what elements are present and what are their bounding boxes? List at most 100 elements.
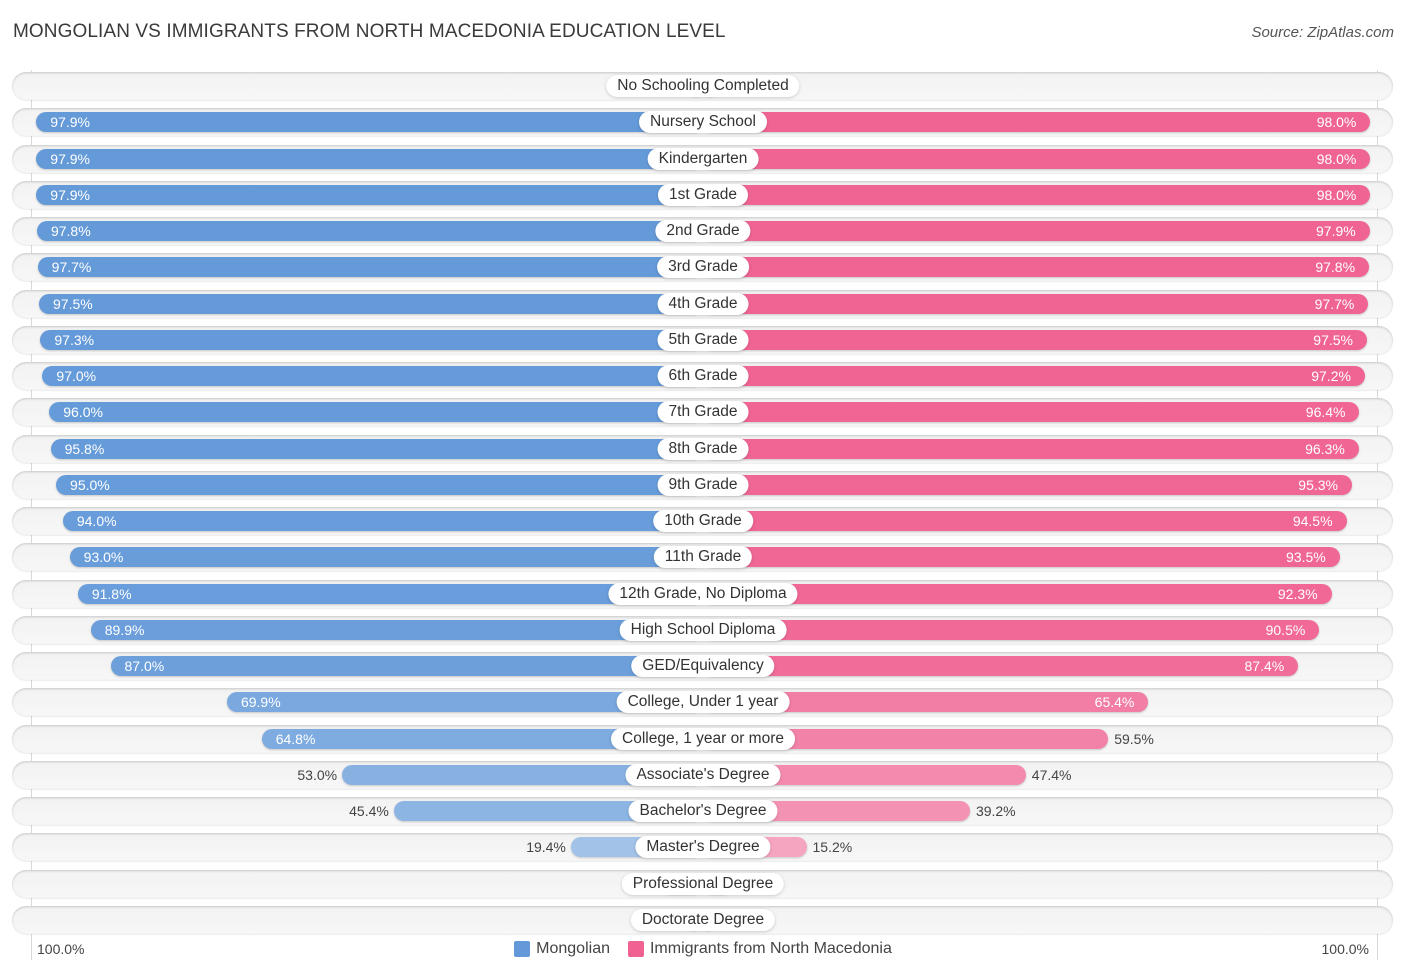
category-label-10th-grade: 10th Grade <box>653 510 753 532</box>
category-label-college-1-year-or-more: College, 1 year or more <box>611 727 795 750</box>
bar-macedonia-high-school-diploma[interactable] <box>703 619 1320 640</box>
value-label-macedonia-master-s-degree: 15.2% <box>812 839 853 856</box>
bar-mongolian-kindergarten[interactable] <box>36 148 703 169</box>
category-label-bachelor-s-degree: Bachelor's Degree <box>628 800 778 822</box>
bar-mongolian-6th-grade[interactable] <box>42 366 703 386</box>
category-label-6th-grade: 6th Grade <box>657 365 749 387</box>
value-label-macedonia-12th-grade-no-diploma: 92.3% <box>1277 585 1318 602</box>
value-label-macedonia-7th-grade: 96.4% <box>1305 404 1346 421</box>
category-label-kindergarten: Kindergarten <box>647 147 759 170</box>
legend: Mongolian Immigrants from North Macedoni… <box>0 940 1406 958</box>
value-label-mongolian-master-s-degree: 19.4% <box>526 839 566 856</box>
category-label-11th-grade: 11th Grade <box>653 546 753 569</box>
bar-macedonia-kindergarten[interactable] <box>703 148 1371 169</box>
value-label-mongolian-9th-grade: 95.0% <box>70 476 110 493</box>
category-label-ged-equivalency: GED/Equivalency <box>631 655 775 677</box>
bar-mongolian-2nd-grade[interactable] <box>36 221 703 241</box>
category-label-master-s-degree: Master's Degree <box>635 836 771 859</box>
value-label-mongolian-bachelor-s-degree: 45.4% <box>349 803 389 819</box>
value-label-mongolian-college-under-1-year: 69.9% <box>240 694 281 711</box>
category-label-8th-grade: 8th Grade <box>657 437 749 460</box>
value-label-macedonia-6th-grade: 97.2% <box>1311 368 1351 384</box>
bar-macedonia-3rd-grade[interactable] <box>703 257 1370 278</box>
category-label-high-school-diploma: High School Diploma <box>619 618 787 641</box>
bar-macedonia-11th-grade[interactable] <box>703 547 1340 568</box>
legend-label-macedonia: Immigrants from North Macedonia <box>649 940 892 957</box>
value-label-mongolian-10th-grade: 94.0% <box>76 513 117 529</box>
diverging-bar-chart: 2.1%2.0%No Schooling Completed97.9%98.0%… <box>0 0 1406 975</box>
legend-label-mongolian: Mongolian <box>536 940 610 957</box>
bar-mongolian-8th-grade[interactable] <box>50 438 703 459</box>
value-label-macedonia-bachelor-s-degree: 39.2% <box>975 803 1016 819</box>
bar-macedonia-nursery-school[interactable] <box>703 112 1371 133</box>
bar-mongolian-1st-grade[interactable] <box>36 184 703 205</box>
category-label-2nd-grade: 2nd Grade <box>655 220 751 242</box>
value-label-mongolian-associate-s-degree: 53.0% <box>297 766 338 783</box>
value-label-mongolian-5th-grade: 97.3% <box>54 331 95 348</box>
bar-macedonia-9th-grade[interactable] <box>703 474 1352 495</box>
value-label-macedonia-8th-grade: 96.3% <box>1305 440 1345 457</box>
value-label-macedonia-3rd-grade: 97.8% <box>1315 259 1356 276</box>
value-label-mongolian-college-1-year-or-more: 64.8% <box>275 730 316 747</box>
category-label-doctorate-degree: Doctorate Degree <box>630 908 776 931</box>
category-label-12th-grade-no-diploma: 12th Grade, No Diploma <box>608 582 798 605</box>
value-label-macedonia-10th-grade: 94.5% <box>1292 513 1333 529</box>
value-label-macedonia-college-1-year-or-more: 59.5% <box>1114 730 1154 747</box>
category-label-3rd-grade: 3rd Grade <box>657 256 749 279</box>
value-label-macedonia-4th-grade: 97.7% <box>1314 295 1355 312</box>
value-label-macedonia-2nd-grade: 97.9% <box>1316 223 1356 239</box>
value-label-macedonia-9th-grade: 95.3% <box>1298 476 1338 493</box>
bar-mongolian-high-school-diploma[interactable] <box>90 619 703 640</box>
value-label-macedonia-college-under-1-year: 65.4% <box>1094 694 1135 711</box>
bar-macedonia-7th-grade[interactable] <box>703 402 1360 423</box>
bar-mongolian-9th-grade[interactable] <box>56 474 703 495</box>
category-label-5th-grade: 5th Grade <box>657 328 749 351</box>
bar-mongolian-7th-grade[interactable] <box>49 402 703 423</box>
bar-macedonia-6th-grade[interactable] <box>703 366 1365 386</box>
value-label-mongolian-high-school-diploma: 89.9% <box>104 621 145 638</box>
value-label-mongolian-12th-grade-no-diploma: 91.8% <box>91 585 132 602</box>
bar-macedonia-8th-grade[interactable] <box>703 438 1359 459</box>
value-label-macedonia-1st-grade: 98.0% <box>1316 186 1357 203</box>
value-label-mongolian-4th-grade: 97.5% <box>53 295 93 312</box>
category-label-4th-grade: 4th Grade <box>657 292 749 315</box>
bar-macedonia-5th-grade[interactable] <box>703 329 1367 350</box>
value-label-macedonia-associate-s-degree: 47.4% <box>1031 766 1072 783</box>
bar-mongolian-11th-grade[interactable] <box>69 547 703 568</box>
bar-macedonia-4th-grade[interactable] <box>703 293 1369 314</box>
bar-macedonia-2nd-grade[interactable] <box>703 221 1370 241</box>
value-label-mongolian-6th-grade: 97.0% <box>56 368 97 384</box>
value-label-mongolian-2nd-grade: 97.8% <box>50 223 91 239</box>
category-label-associate-s-degree: Associate's Degree <box>625 763 781 786</box>
legend-swatch-macedonia <box>627 941 644 957</box>
value-label-mongolian-nursery-school: 97.9% <box>50 114 90 131</box>
value-label-mongolian-kindergarten: 97.9% <box>50 150 90 167</box>
category-label-no-schooling-completed: No Schooling Completed <box>606 75 800 97</box>
category-label-9th-grade: 9th Grade <box>657 473 749 496</box>
bar-macedonia-10th-grade[interactable] <box>703 511 1347 531</box>
value-label-macedonia-11th-grade: 93.5% <box>1286 549 1326 566</box>
value-label-macedonia-ged-equivalency: 87.4% <box>1244 658 1285 674</box>
bar-macedonia-ged-equivalency[interactable] <box>703 656 1299 676</box>
value-label-macedonia-kindergarten: 98.0% <box>1316 150 1357 167</box>
value-label-mongolian-8th-grade: 95.8% <box>64 440 105 457</box>
value-label-mongolian-11th-grade: 93.0% <box>83 549 124 566</box>
bar-mongolian-3rd-grade[interactable] <box>37 257 703 278</box>
value-label-macedonia-high-school-diploma: 90.5% <box>1265 621 1306 638</box>
value-label-mongolian-3rd-grade: 97.7% <box>51 259 92 276</box>
bar-macedonia-1st-grade[interactable] <box>703 184 1371 205</box>
category-label-college-under-1-year: College, Under 1 year <box>616 691 790 714</box>
bar-mongolian-ged-equivalency[interactable] <box>110 656 703 676</box>
bar-mongolian-nursery-school[interactable] <box>36 112 703 133</box>
value-label-mongolian-ged-equivalency: 87.0% <box>124 658 165 674</box>
value-label-mongolian-7th-grade: 96.0% <box>63 404 103 421</box>
bar-mongolian-10th-grade[interactable] <box>62 511 703 531</box>
legend-item-macedonia[interactable]: Immigrants from North Macedonia <box>627 940 892 958</box>
category-label-7th-grade: 7th Grade <box>657 401 749 424</box>
value-label-macedonia-nursery-school: 98.0% <box>1316 114 1357 131</box>
category-label-nursery-school: Nursery School <box>639 111 767 134</box>
legend-item-mongolian[interactable]: Mongolian <box>514 940 610 958</box>
value-label-mongolian-1st-grade: 97.9% <box>50 186 90 203</box>
bar-mongolian-4th-grade[interactable] <box>39 293 703 314</box>
bar-mongolian-5th-grade[interactable] <box>40 329 703 350</box>
